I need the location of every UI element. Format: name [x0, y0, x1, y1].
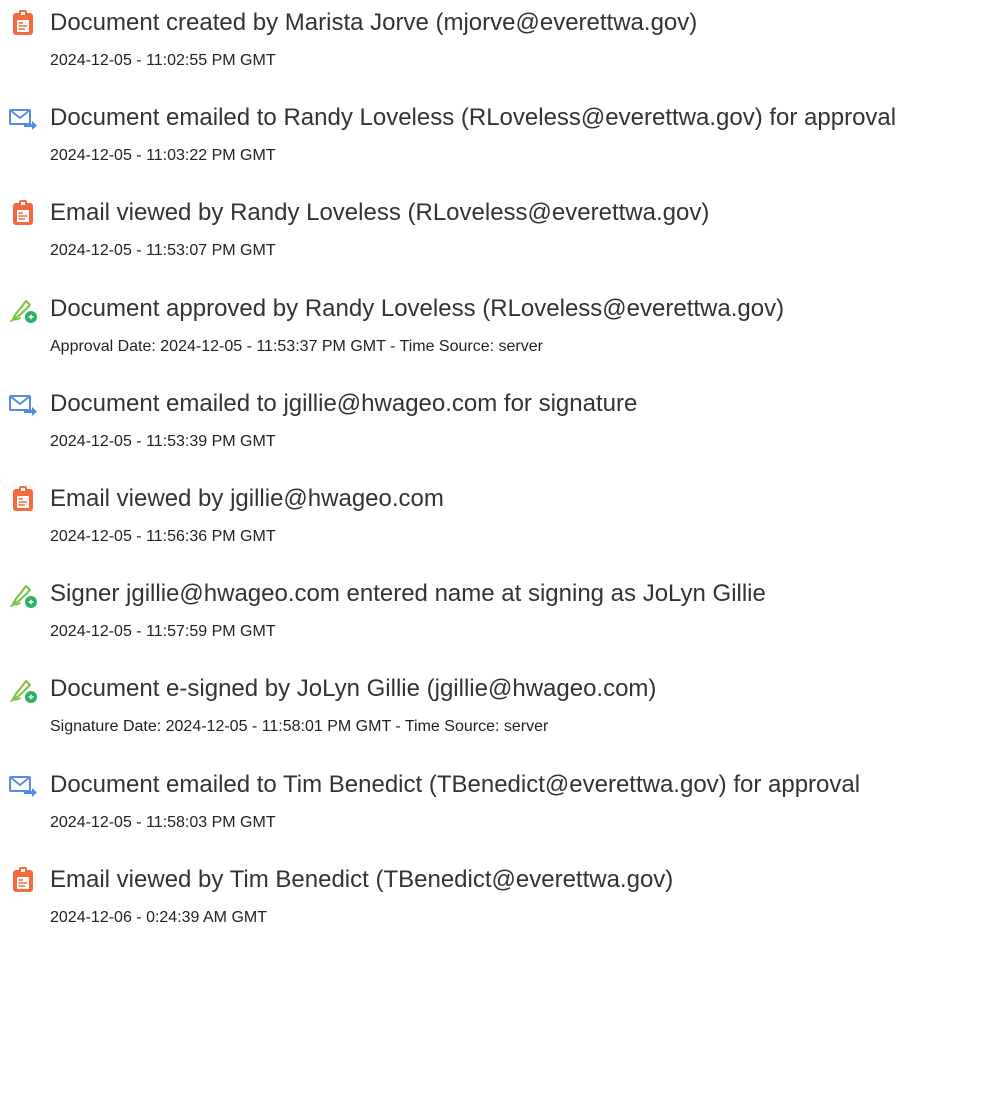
log-entry: Email viewed by jgillie@hwageo.com 2024-1…	[0, 484, 989, 574]
log-entry: Document e-signed by JoLyn Gillie (jgill…	[0, 674, 989, 764]
log-entry: Document emailed to Randy Loveless (RLov…	[0, 103, 989, 193]
entry-title: Document emailed to Randy Loveless (RLov…	[50, 104, 897, 131]
entry-timestamp: 2024-12-05 - 11:53:07 PM GMT	[50, 242, 276, 259]
document-icon	[8, 9, 38, 39]
entry-timestamp: Signature Date: 2024-12-05 - 11:58:01 PM…	[50, 718, 549, 735]
signature-pen-icon	[8, 295, 38, 325]
entry-title: Document emailed to jgillie@hwageo.com f…	[50, 390, 638, 417]
document-icon	[8, 866, 38, 896]
entry-timestamp: 2024-12-05 - 11:57:59 PM GMT	[50, 623, 276, 640]
entry-timestamp: 2024-12-05 - 11:03:22 PM GMT	[50, 147, 276, 164]
entry-title: Document created by Marista Jorve (mjorv…	[50, 9, 698, 36]
entry-title: Email viewed by Tim Benedict (TBenedict@…	[50, 866, 674, 893]
log-entry: Document emailed to jgillie@hwageo.com f…	[0, 389, 989, 479]
entry-timestamp: 2024-12-05 - 11:53:39 PM GMT	[50, 433, 276, 450]
signature-pen-icon	[8, 675, 38, 705]
email-sent-icon	[8, 104, 38, 134]
email-sent-icon	[8, 771, 38, 801]
entry-timestamp: 2024-12-05 - 11:58:03 PM GMT	[50, 814, 276, 831]
entry-title: Document e-signed by JoLyn Gillie (jgill…	[50, 675, 657, 702]
entry-title: Email viewed by jgillie@hwageo.com	[50, 485, 444, 512]
entry-title: Signer jgillie@hwageo.com entered name a…	[50, 580, 766, 607]
document-icon	[8, 485, 38, 515]
log-entry: Document created by Marista Jorve (mjorv…	[0, 8, 989, 98]
log-entry: Email viewed by Randy Loveless (RLoveles…	[0, 198, 989, 288]
log-entry: Document emailed to Tim Benedict (TBened…	[0, 770, 989, 860]
log-entry: Email viewed by Tim Benedict (TBenedict@…	[0, 865, 989, 955]
signature-pen-icon	[8, 580, 38, 610]
entry-timestamp: 2024-12-05 - 11:56:36 PM GMT	[50, 528, 276, 545]
entry-title: Document emailed to Tim Benedict (TBened…	[50, 771, 861, 798]
entry-timestamp: 2024-12-06 - 0:24:39 AM GMT	[50, 909, 267, 926]
email-sent-icon	[8, 390, 38, 420]
document-icon	[8, 199, 38, 229]
entry-timestamp: Approval Date: 2024-12-05 - 11:53:37 PM …	[50, 338, 543, 355]
log-entry: Document approved by Randy Loveless (RLo…	[0, 294, 989, 384]
entry-timestamp: 2024-12-05 - 11:02:55 PM GMT	[50, 52, 276, 69]
entry-title: Email viewed by Randy Loveless (RLoveles…	[50, 199, 710, 226]
log-entry: Signer jgillie@hwageo.com entered name a…	[0, 579, 989, 669]
entry-title: Document approved by Randy Loveless (RLo…	[50, 295, 785, 322]
